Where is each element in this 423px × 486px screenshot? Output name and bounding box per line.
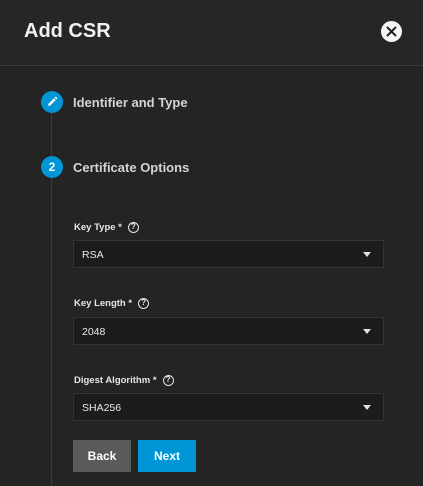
step-2-indicator: 2	[41, 156, 63, 178]
digest-algorithm-select[interactable]: SHA256	[73, 393, 384, 421]
help-icon[interactable]: ?	[162, 375, 174, 386]
key-length-label: Key Length * ?	[74, 298, 150, 309]
key-length-select[interactable]: 2048	[73, 317, 384, 345]
key-length-label-text: Key Length *	[74, 298, 133, 309]
digest-algorithm-label: Digest Algorithm * ?	[74, 375, 174, 386]
help-icon[interactable]: ?	[127, 222, 139, 233]
dropdown-arrow-icon	[363, 252, 371, 257]
dropdown-arrow-icon	[363, 329, 371, 334]
add-csr-dialog: Add CSR Identifier and Type 2 Certificat…	[0, 0, 423, 486]
key-type-select[interactable]: RSA	[73, 240, 384, 268]
back-button[interactable]: Back	[73, 440, 131, 472]
step-2-label: Certificate Options	[73, 160, 190, 175]
dropdown-arrow-icon	[363, 405, 371, 410]
step-1-indicator[interactable]	[41, 91, 63, 113]
key-length-value: 2048	[82, 326, 106, 338]
close-button[interactable]	[381, 21, 402, 42]
dialog-header: Add CSR	[0, 0, 423, 66]
pencil-icon	[48, 96, 58, 106]
close-icon	[386, 26, 397, 37]
dialog-title: Add CSR	[24, 20, 111, 42]
step-1-label[interactable]: Identifier and Type	[73, 95, 188, 110]
digest-algorithm-value: SHA256	[82, 402, 122, 414]
key-type-label-text: Key Type *	[74, 222, 122, 233]
key-type-label: Key Type * ?	[74, 222, 139, 233]
digest-algorithm-label-text: Digest Algorithm *	[74, 375, 157, 386]
help-icon[interactable]: ?	[138, 298, 150, 309]
key-type-value: RSA	[82, 249, 104, 261]
next-button[interactable]: Next	[138, 440, 196, 472]
